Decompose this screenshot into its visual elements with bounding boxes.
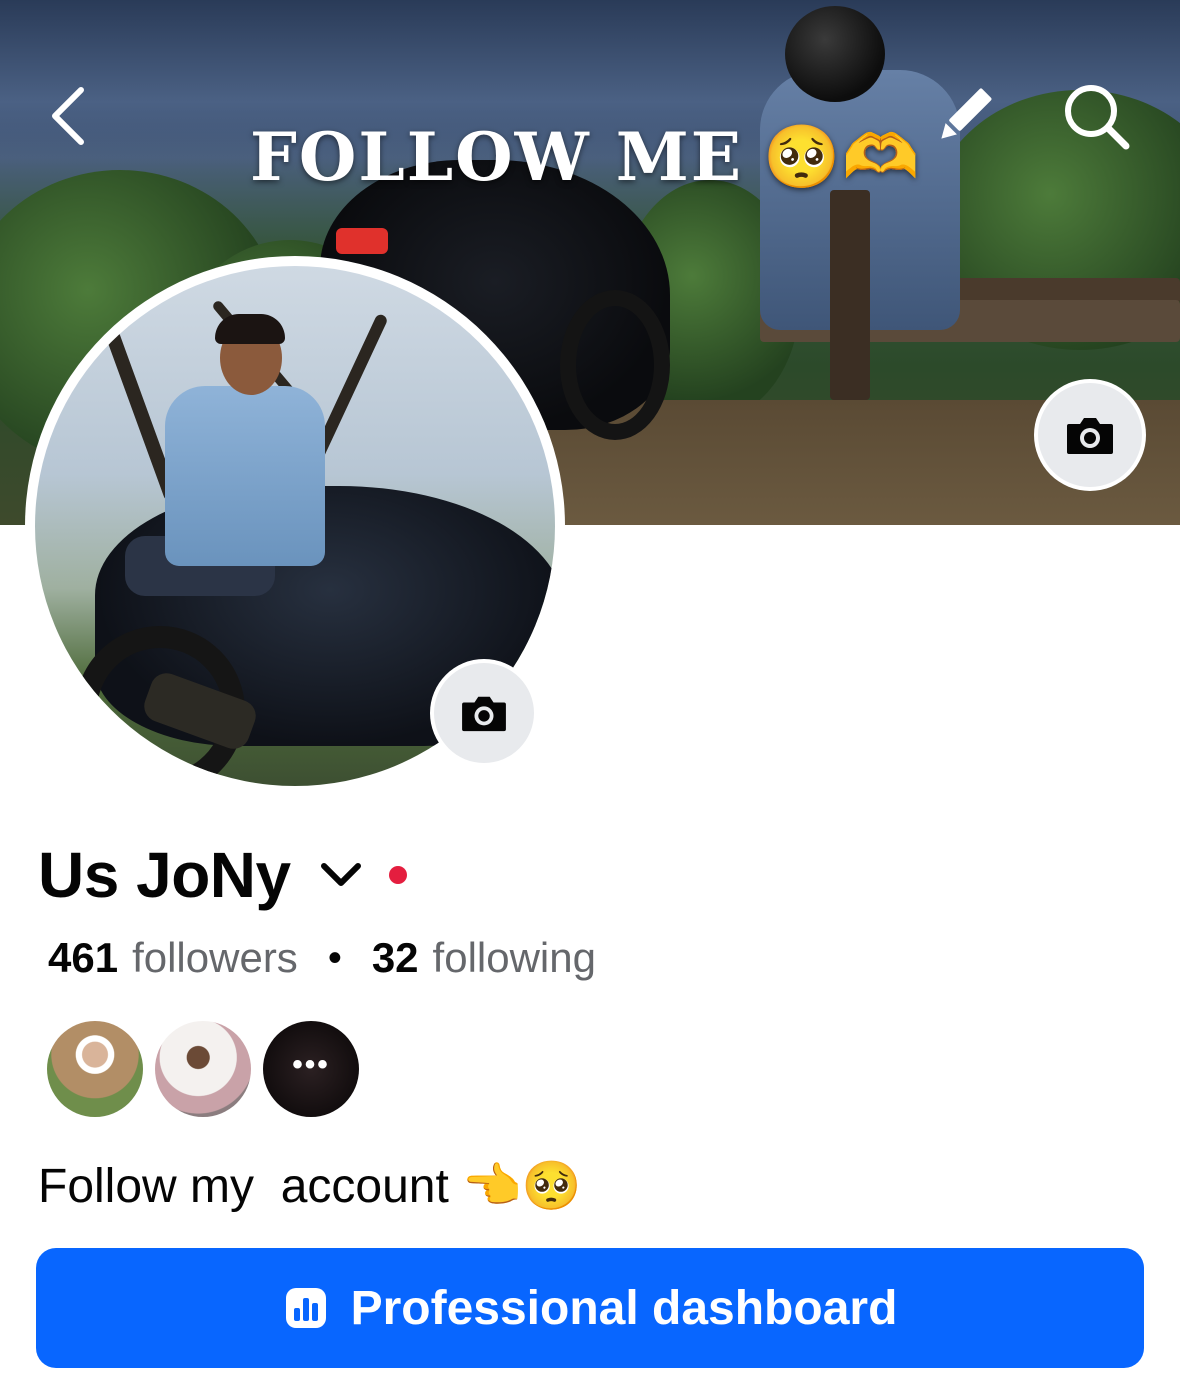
profile-stats: 461 followers • 32 following: [48, 930, 596, 986]
following-link[interactable]: 32 following: [372, 934, 596, 982]
chevron-down-icon: [320, 863, 361, 886]
followers-count: 461: [48, 934, 119, 981]
search-button[interactable]: [1056, 76, 1136, 156]
professional-dashboard-label: Professional dashboard: [350, 1281, 898, 1335]
notification-dot: [388, 866, 407, 884]
cover-title-emojis: 🥺🫶: [763, 120, 922, 193]
profile-bio: Follow my account 👈🥺: [38, 1159, 582, 1213]
stats-separator: •: [327, 935, 342, 980]
camera-icon: [1067, 418, 1113, 454]
back-button[interactable]: [30, 76, 110, 156]
account-switcher-button[interactable]: [317, 851, 365, 899]
edit-profile-picture-button[interactable]: [434, 663, 534, 763]
more-followers-button[interactable]: •••: [263, 1021, 359, 1117]
chevron-left-icon: [52, 87, 84, 145]
cover-title-text: FOLLOW ME 🥺🫶: [250, 112, 922, 202]
profile-name: Us JoNy: [38, 839, 291, 911]
edit-profile-button[interactable]: [924, 76, 1004, 156]
following-label: following: [432, 934, 596, 981]
follower-avatar[interactable]: [47, 1021, 143, 1117]
pencil-icon: [941, 88, 992, 139]
followers-label: followers: [132, 934, 298, 981]
search-icon: [1065, 85, 1130, 150]
followers-link[interactable]: 461 followers: [48, 934, 298, 982]
cover-motorcycle-wheel: [560, 290, 670, 440]
picture-rider-hair: [215, 314, 285, 344]
profile-name-row[interactable]: Us JoNy: [38, 836, 407, 914]
more-icon: •••: [292, 1048, 330, 1081]
cover-tail-light: [336, 228, 388, 254]
following-count: 32: [371, 934, 419, 981]
bar-chart-icon: [283, 1285, 329, 1331]
cover-bench-post: [830, 190, 870, 400]
follower-avatar[interactable]: [155, 1021, 251, 1117]
camera-icon: [462, 696, 506, 732]
picture-rider-shirt: [165, 386, 325, 566]
professional-dashboard-button[interactable]: Professional dashboard: [36, 1248, 1144, 1368]
edit-cover-photo-button[interactable]: [1038, 383, 1142, 487]
cover-helmet: [785, 6, 885, 102]
cover-title: FOLLOW ME: [250, 118, 744, 196]
follower-avatars: •••: [47, 1021, 371, 1117]
